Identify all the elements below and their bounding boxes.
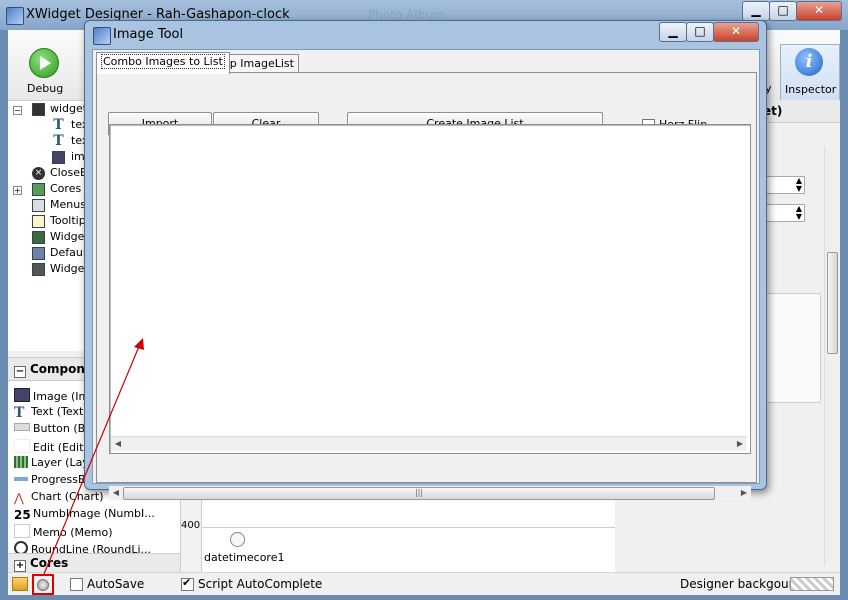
annotation-arrow (43, 338, 144, 575)
tab-combo-images[interactable]: Combo Images to List (96, 52, 230, 74)
arrow-line (43, 343, 141, 575)
arrow-head (134, 338, 144, 350)
